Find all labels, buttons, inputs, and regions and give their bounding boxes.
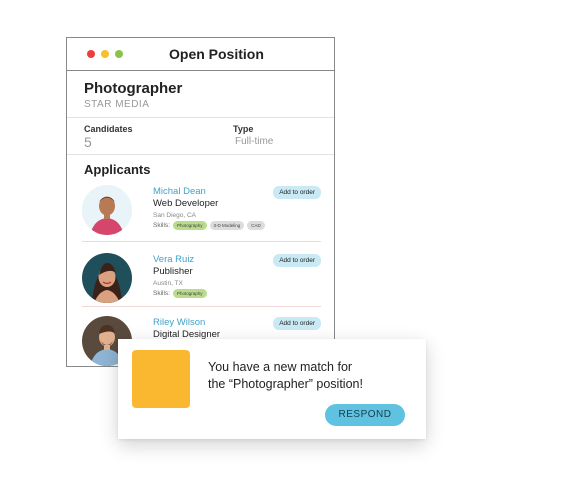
applicant-name[interactable]: Vera Ruiz: [153, 254, 194, 265]
open-position-window: Open Position Photographer STAR MEDIA Ca…: [66, 37, 335, 367]
applicant-role: Web Developer: [153, 198, 219, 209]
add-to-order-button[interactable]: Add to order: [273, 186, 321, 199]
job-meta: Candidates 5 Type Full-time: [67, 118, 334, 155]
window-title: Open Position: [169, 46, 264, 62]
job-company: STAR MEDIA: [84, 99, 150, 110]
notification-line-2: the “Photographer” position!: [208, 377, 363, 391]
notification-image: [132, 350, 190, 408]
applicant-skills: Skills: Photography: [153, 289, 207, 298]
respond-button[interactable]: RESPOND: [325, 404, 405, 426]
applicants-heading: Applicants: [84, 162, 151, 177]
applicant-name[interactable]: Riley Wilson: [153, 317, 205, 328]
avatar: [82, 185, 132, 235]
close-dot[interactable]: [87, 50, 95, 58]
notification-message: You have a new match for the “Photograph…: [208, 359, 418, 393]
match-notification: You have a new match for the “Photograph…: [118, 339, 426, 439]
job-header: Photographer STAR MEDIA: [67, 71, 334, 118]
divider: [82, 241, 321, 242]
applicant-row: Vera Ruiz Publisher Austin, TX Skills: P…: [67, 249, 334, 313]
candidates-count: 5: [84, 134, 92, 150]
window-titlebar: Open Position: [67, 38, 334, 71]
skill-chip: Photography: [172, 221, 207, 230]
applicant-role: Publisher: [153, 266, 193, 277]
skills-label: Skills:: [153, 222, 170, 229]
applicant-location: Austin, TX: [153, 280, 183, 287]
divider: [82, 306, 321, 307]
applicant-skills: Skills: Photography 3-D Modeling CAD: [153, 221, 265, 230]
avatar: [82, 253, 132, 303]
skill-chip: 3-D Modeling: [209, 221, 245, 230]
skill-chip: CAD: [247, 221, 265, 230]
job-title: Photographer: [84, 80, 183, 97]
notification-line-1: You have a new match for: [208, 360, 353, 374]
skills-label: Skills:: [153, 290, 170, 297]
applicant-name[interactable]: Michal Dean: [153, 186, 206, 197]
type-value: Full-time: [235, 136, 274, 147]
add-to-order-button[interactable]: Add to order: [273, 254, 321, 267]
applicant-row: Michal Dean Web Developer San Diego, CA …: [67, 181, 334, 245]
type-label: Type: [233, 124, 254, 134]
candidates-label: Candidates: [84, 124, 133, 134]
add-to-order-button[interactable]: Add to order: [273, 317, 321, 330]
applicant-location: San Diego, CA: [153, 212, 196, 219]
minimize-dot[interactable]: [101, 50, 109, 58]
skill-chip: Photography: [172, 289, 207, 298]
maximize-dot[interactable]: [115, 50, 123, 58]
